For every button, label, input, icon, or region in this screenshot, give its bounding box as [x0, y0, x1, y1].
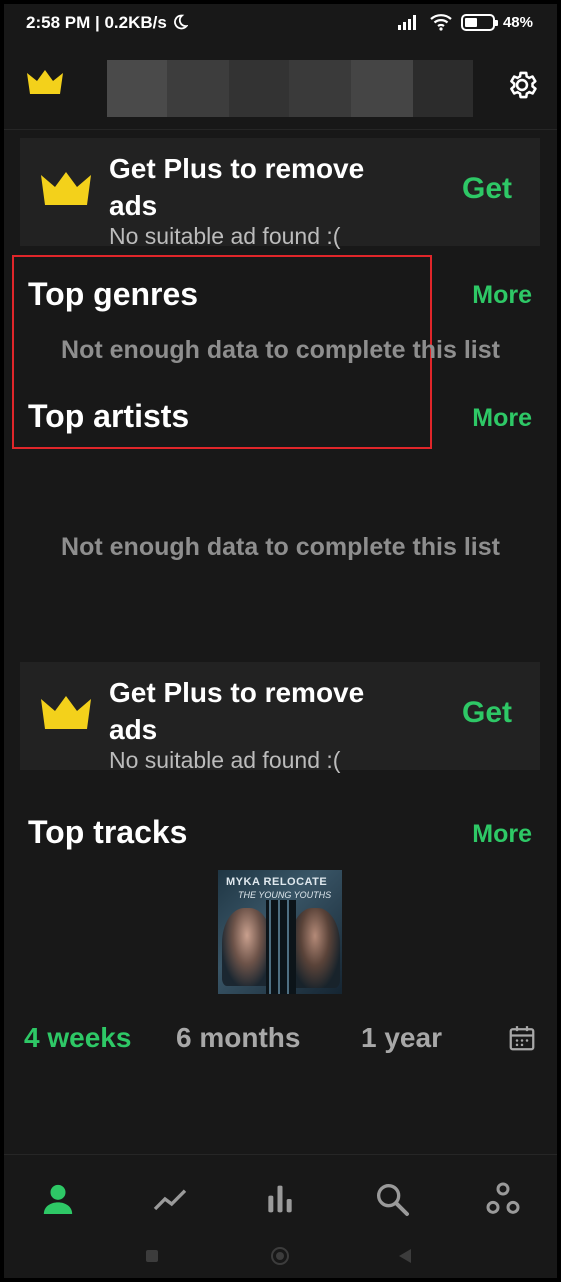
app-screen: 2:58 PM | 0.2KB/s 48% Get Plus to remove… — [4, 4, 557, 1278]
share-icon[interactable] — [483, 1179, 523, 1219]
ad-title: Get Plus to remove ads — [109, 153, 365, 221]
album-cover[interactable]: MYKA RELOCATE THE YOUNG YOUTHS — [218, 870, 342, 994]
status-time: 2:58 PM | 0.2KB/s — [26, 13, 189, 33]
back-button[interactable] — [398, 1248, 412, 1264]
system-navigation-bar — [4, 1234, 557, 1278]
search-icon[interactable] — [372, 1179, 412, 1219]
top-artists-title: Top artists — [28, 398, 190, 434]
recent-apps-button[interactable] — [146, 1250, 158, 1262]
crown-icon[interactable] — [26, 69, 64, 95]
top-tracks-more-button[interactable]: More — [472, 820, 532, 849]
app-bar — [4, 42, 557, 130]
blurred-account-title — [107, 60, 473, 117]
top-artists-more-button[interactable]: More — [472, 404, 532, 433]
calendar-icon[interactable] — [507, 1023, 537, 1053]
bottom-navigation — [4, 1154, 557, 1234]
range-6-months[interactable]: 6 months — [176, 1022, 300, 1054]
album-art-glitch — [266, 900, 296, 994]
top-genres-empty-message: Not enough data to complete this list — [61, 336, 500, 364]
status-bar: 2:58 PM | 0.2KB/s 48% — [4, 4, 557, 42]
album-subtitle-text: THE YOUNG YOUTHS — [238, 890, 332, 900]
wifi-icon — [430, 14, 452, 31]
range-4-weeks[interactable]: 4 weeks — [24, 1022, 131, 1054]
ad-banner[interactable]: Get Plus to remove ads No suitable ad fo… — [20, 138, 540, 249]
get-plus-button[interactable]: Get — [462, 172, 512, 206]
signal-icon — [397, 15, 416, 30]
top-genres-title: Top genres — [28, 276, 199, 312]
crown-icon — [41, 696, 91, 729]
album-band-text: MYKA RELOCATE — [226, 876, 328, 888]
get-plus-button[interactable]: Get — [462, 696, 512, 730]
moon-icon — [173, 14, 189, 30]
ad-title: Get Plus to remove ads — [109, 677, 365, 745]
ad-subtitle: No suitable ad found :( — [109, 223, 341, 249]
bar-chart-icon[interactable] — [260, 1179, 300, 1219]
album-art-figure — [222, 908, 272, 986]
battery-percent: 48% — [502, 13, 533, 31]
battery-icon — [460, 13, 498, 31]
range-1-year[interactable]: 1 year — [361, 1022, 442, 1054]
home-button[interactable] — [271, 1247, 289, 1265]
ad-banner[interactable]: Get Plus to remove ads No suitable ad fo… — [20, 662, 540, 773]
top-genres-more-button[interactable]: More — [472, 281, 532, 310]
top-tracks-title: Top tracks — [28, 814, 188, 850]
trend-icon[interactable] — [150, 1179, 190, 1219]
profile-icon[interactable] — [38, 1179, 78, 1219]
top-artists-empty-message: Not enough data to complete this list — [61, 533, 500, 561]
gear-icon[interactable] — [505, 68, 539, 102]
ad-subtitle: No suitable ad found :( — [109, 747, 341, 773]
crown-icon — [41, 172, 91, 205]
album-art-figure — [290, 908, 340, 988]
